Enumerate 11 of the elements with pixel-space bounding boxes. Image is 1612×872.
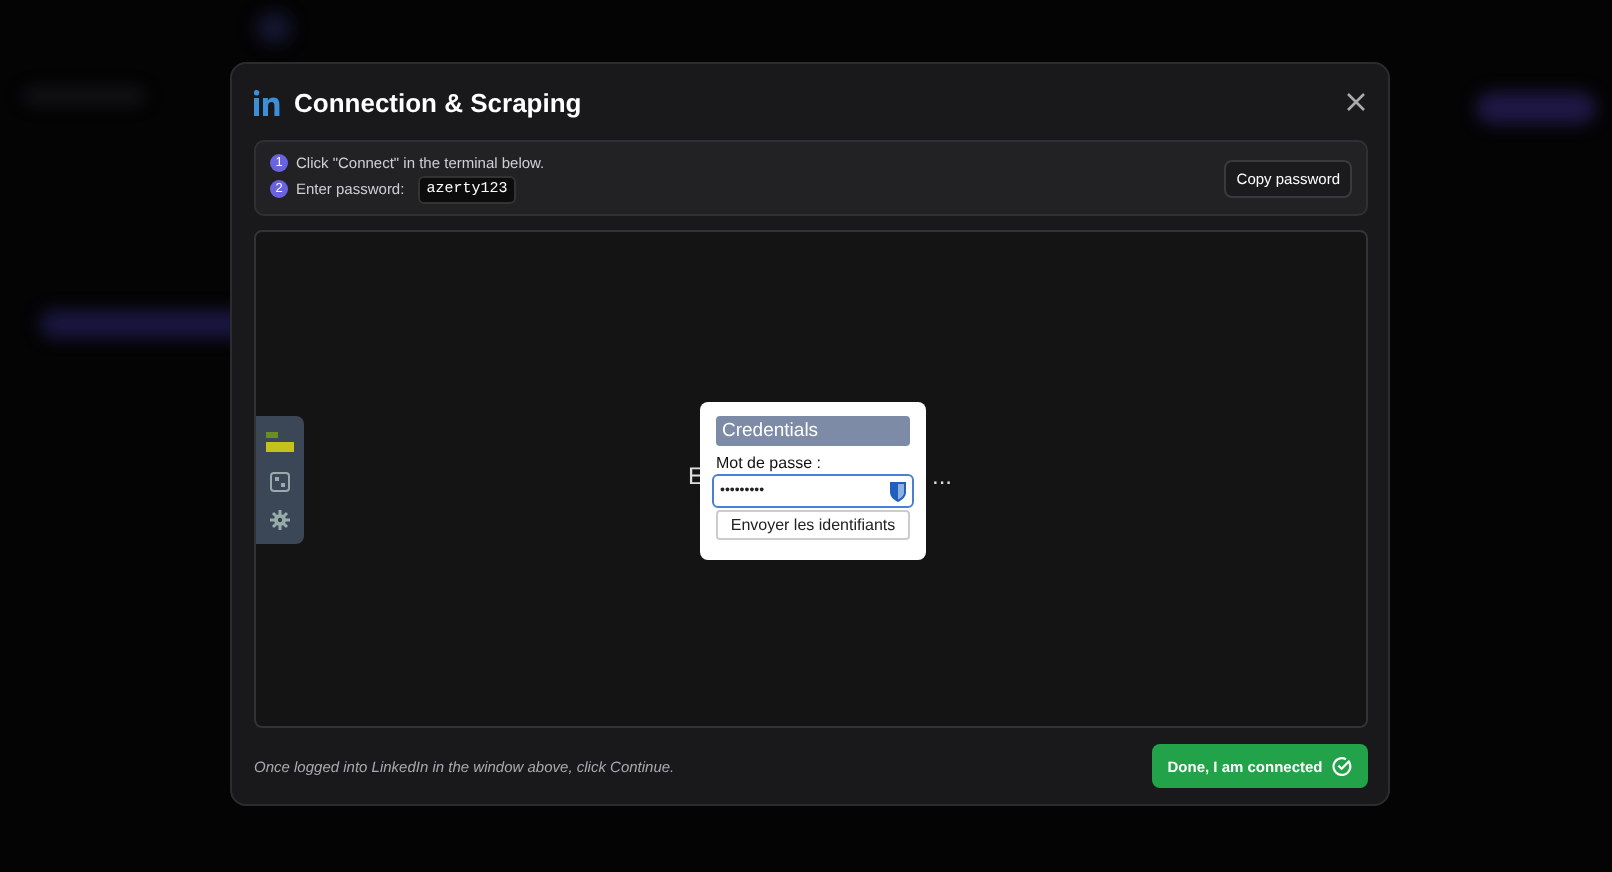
shield-icon[interactable] <box>890 481 906 501</box>
linkedin-icon <box>254 89 282 115</box>
status-text: ... <box>932 462 953 490</box>
settings-icon[interactable] <box>270 509 290 530</box>
close-icon[interactable] <box>1346 92 1366 112</box>
check-circle-icon <box>1332 756 1353 776</box>
dialog-title: Connection & Scraping <box>294 87 584 117</box>
popup-title: Credentials <box>716 416 910 446</box>
field-label: Mot de passe : <box>716 454 823 472</box>
send-credentials-button[interactable]: Envoyer les identifiants <box>716 510 910 540</box>
fullscreen-icon[interactable] <box>270 471 290 492</box>
